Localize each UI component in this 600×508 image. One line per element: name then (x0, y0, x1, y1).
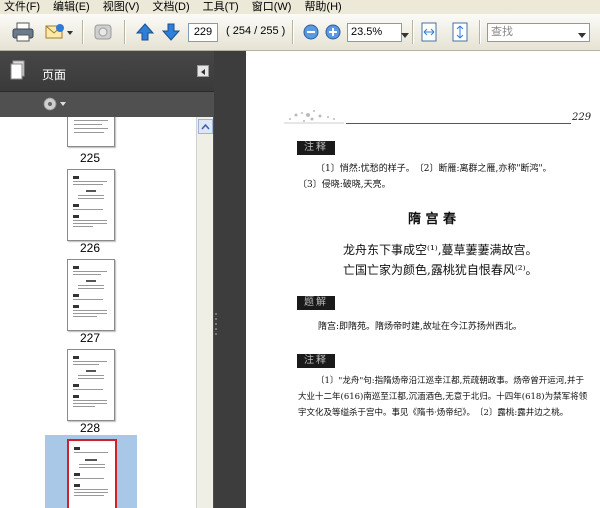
note-line: 〔1〕"龙舟"句:指隋炀帝沿江巡幸江都,荒疏朝政事。炀帝曾开运河,并于 (316, 376, 584, 386)
pages-panel-header: 页面 (0, 51, 214, 92)
page-number-input[interactable]: 229 (188, 23, 218, 42)
pages-panel: 页面 225 226 227 228 (0, 51, 214, 508)
printer-icon (12, 22, 34, 42)
zoom-level-input[interactable]: 23.5% (347, 23, 402, 42)
chevron-down-icon (578, 33, 586, 38)
envelope-icon (45, 24, 73, 39)
panel-menu-button[interactable] (197, 65, 209, 77)
toolbar: 229 ( 254 / 255 ) 23.5% 查找 (0, 14, 600, 51)
thumbnail-list[interactable]: 225 226 227 228 (0, 117, 196, 508)
previous-page-button[interactable] (135, 22, 155, 45)
page-thumbnail-selected[interactable] (67, 439, 117, 508)
section-marker: 题解 (297, 296, 335, 310)
zoom-dropdown-button[interactable] (401, 28, 409, 42)
note-line: 宇文化及等缢杀于宫中。事见《隋书·炀帝纪》。 〔2〕露桃:露井边之桃。 (298, 408, 569, 418)
scroll-up-button[interactable] (198, 119, 213, 134)
header-rule (346, 123, 571, 124)
hand-icon (94, 24, 112, 40)
poem-line: 龙舟东下事成空⁽¹⁾,蔓草萋萋满故宫。 (343, 243, 538, 257)
hand-tool-button[interactable] (92, 22, 114, 45)
poem-title: 隋 宫 春 (408, 212, 457, 227)
thumbnail-label: 225 (79, 151, 101, 165)
panel-title: 页面 (42, 68, 67, 82)
page-thumbnail[interactable] (67, 259, 115, 331)
note-line: 〔3〕侵晓:破晓,天亮。 (298, 180, 391, 190)
fit-width-button[interactable] (420, 22, 438, 45)
thumbnail-label: 227 (79, 331, 101, 345)
zoom-in-icon (325, 24, 341, 40)
poem-line: 亡国亡家为颜色,露桃犹自恨春风⁽²⁾。 (343, 263, 538, 277)
search-dropdown-button[interactable] (578, 28, 586, 42)
section-marker: 注释 (297, 354, 335, 368)
zoom-in-button[interactable] (325, 24, 341, 43)
document-page-number: 229 (572, 112, 592, 123)
panel-splitter[interactable] (214, 51, 246, 508)
page-count: ( 254 / 255 ) (226, 25, 286, 37)
arrow-up-icon (135, 23, 155, 41)
page-thumbnail[interactable] (67, 349, 115, 421)
chevron-up-icon (201, 123, 210, 130)
zoom-out-icon (303, 24, 319, 40)
email-button[interactable] (44, 22, 74, 45)
document-view[interactable]: 注释 〔1〕悄然:忧愁的样子。 〔2〕断雁:离群之雁,亦称"断鸿"。 〔3〕侵晓… (246, 51, 600, 508)
page-thumbnail[interactable] (67, 169, 115, 241)
fit-width-icon (421, 22, 437, 42)
zoom-out-button[interactable] (303, 24, 319, 43)
thumbnail-label: 228 (79, 421, 101, 435)
section-marker: 注释 (297, 141, 335, 155)
menu-bar: 文件(F) 编辑(E) 视图(V) 文档(D) 工具(T) 窗口(W) 帮助(H… (0, 0, 600, 14)
note-line: 〔1〕悄然:忧愁的样子。 〔2〕断雁:离群之雁,亦称"断鸿"。 (316, 164, 552, 174)
explanation-text: 隋宫:即隋苑。隋炀帝时建,故址在今江苏扬州西北。 (318, 322, 522, 332)
options-gear-button[interactable] (42, 95, 72, 113)
menu-edit[interactable]: 编辑(E) (53, 0, 90, 14)
thumbnail-label: 226 (79, 241, 101, 255)
next-page-button[interactable] (161, 22, 181, 45)
panel-options-bar (0, 92, 214, 116)
decorative-ornament (284, 110, 344, 124)
menu-document[interactable]: 文档(D) (152, 0, 189, 14)
print-button[interactable] (12, 22, 34, 45)
page-thumbnail[interactable] (67, 117, 115, 147)
menu-view[interactable]: 视图(V) (103, 0, 140, 14)
triangle-left-icon (201, 69, 205, 75)
chevron-down-icon (401, 33, 409, 38)
menu-help[interactable]: 帮助(H) (304, 0, 341, 14)
fit-page-button[interactable] (451, 22, 469, 45)
note-line: 大业十二年(616)南巡至江都,沉湎酒色,无意于北归。十四年(618)为禁军将领 (298, 392, 588, 402)
menu-file[interactable]: 文件(F) (4, 0, 40, 14)
thumbnail-scrollbar[interactable] (196, 117, 213, 508)
menu-tools[interactable]: 工具(T) (203, 0, 239, 14)
pages-icon (10, 60, 25, 80)
splitter-grip-icon (215, 313, 217, 335)
search-input[interactable]: 查找 (487, 23, 590, 42)
fit-page-icon (452, 22, 468, 42)
arrow-down-icon (161, 23, 181, 41)
menu-window[interactable]: 窗口(W) (252, 0, 292, 14)
